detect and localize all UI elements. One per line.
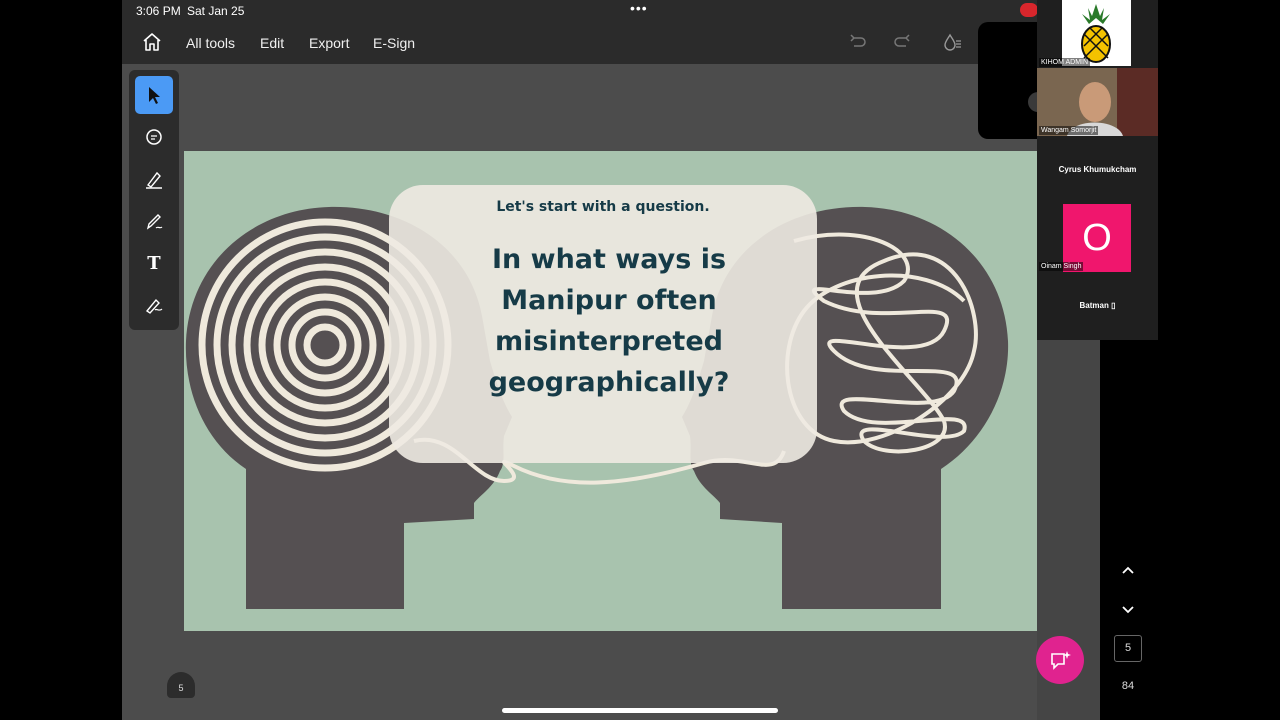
avatar-participant-tag: Oinam Singh [1039, 262, 1084, 271]
status-time: 3:06 PM [136, 4, 181, 18]
sign-pen-icon [145, 298, 163, 314]
ipad-screen: 3:06 PM Sat Jan 25 ••• All tools Edit Ex… [122, 0, 1100, 720]
recording-indicator [1020, 3, 1038, 17]
highlighter-icon [146, 171, 162, 189]
home-icon[interactable] [142, 32, 162, 52]
camera-overlay [978, 22, 1038, 139]
participant-name: Cyrus Khumukcham [1058, 165, 1137, 174]
menu-edit[interactable]: Edit [260, 35, 284, 51]
text-tool-button[interactable]: T [135, 244, 173, 282]
page-thumbnail[interactable]: 5 [167, 672, 195, 698]
presentation-slide: Let's start with a question. In what way… [184, 151, 1037, 631]
app-top-bar: All tools Edit Export E-Sign [122, 22, 1100, 64]
draw-pencil-icon [146, 214, 163, 230]
draw-tool-button[interactable] [135, 202, 173, 240]
menu-export[interactable]: Export [309, 35, 349, 51]
participant-name: Batman ▯ [1079, 301, 1116, 310]
comment-tool-button[interactable] [135, 118, 173, 156]
select-arrow-icon [149, 87, 160, 104]
status-bar: 3:06 PM Sat Jan 25 ••• [122, 0, 1100, 22]
page-number-input[interactable]: 5 [1114, 635, 1142, 662]
screen: 3:06 PM Sat Jan 25 ••• All tools Edit Ex… [0, 0, 1280, 720]
sign-tool-button[interactable] [135, 286, 173, 324]
logo-participant-tag: KIHOM ADMIN [1039, 58, 1091, 67]
chevron-up-icon[interactable] [1118, 560, 1138, 580]
home-indicator[interactable] [502, 708, 778, 713]
side-controls [1100, 340, 1158, 720]
page-total: 84 [1121, 680, 1135, 692]
slide-question-text: In what ways is Manipur often misinterpr… [488, 244, 730, 398]
comment-icon [146, 129, 162, 145]
pineapple-logo [1062, 0, 1131, 66]
select-tool-button[interactable] [135, 76, 173, 114]
multitasking-dots[interactable]: ••• [630, 0, 648, 16]
ai-assistant-button[interactable] [1036, 636, 1084, 684]
menu-e-sign[interactable]: E-Sign [373, 35, 415, 51]
status-date: Sat Jan 25 [187, 4, 245, 18]
highlight-tool-button[interactable] [135, 160, 173, 198]
slide-intro-text: Let's start with a question. [496, 199, 710, 215]
reading-mode-icon[interactable] [942, 32, 962, 52]
video-participant-tag: Wangam Somorjit [1039, 126, 1099, 135]
text-tool-icon: T [147, 252, 161, 274]
menu-all-tools[interactable]: All tools [186, 35, 235, 51]
chat-sparkle-icon [1051, 651, 1071, 670]
undo-icon[interactable] [848, 32, 868, 52]
redo-icon[interactable] [892, 32, 912, 52]
annotation-toolbar: T [129, 70, 179, 330]
chevron-down-icon[interactable] [1118, 599, 1138, 619]
pineapple-icon [1081, 4, 1111, 63]
